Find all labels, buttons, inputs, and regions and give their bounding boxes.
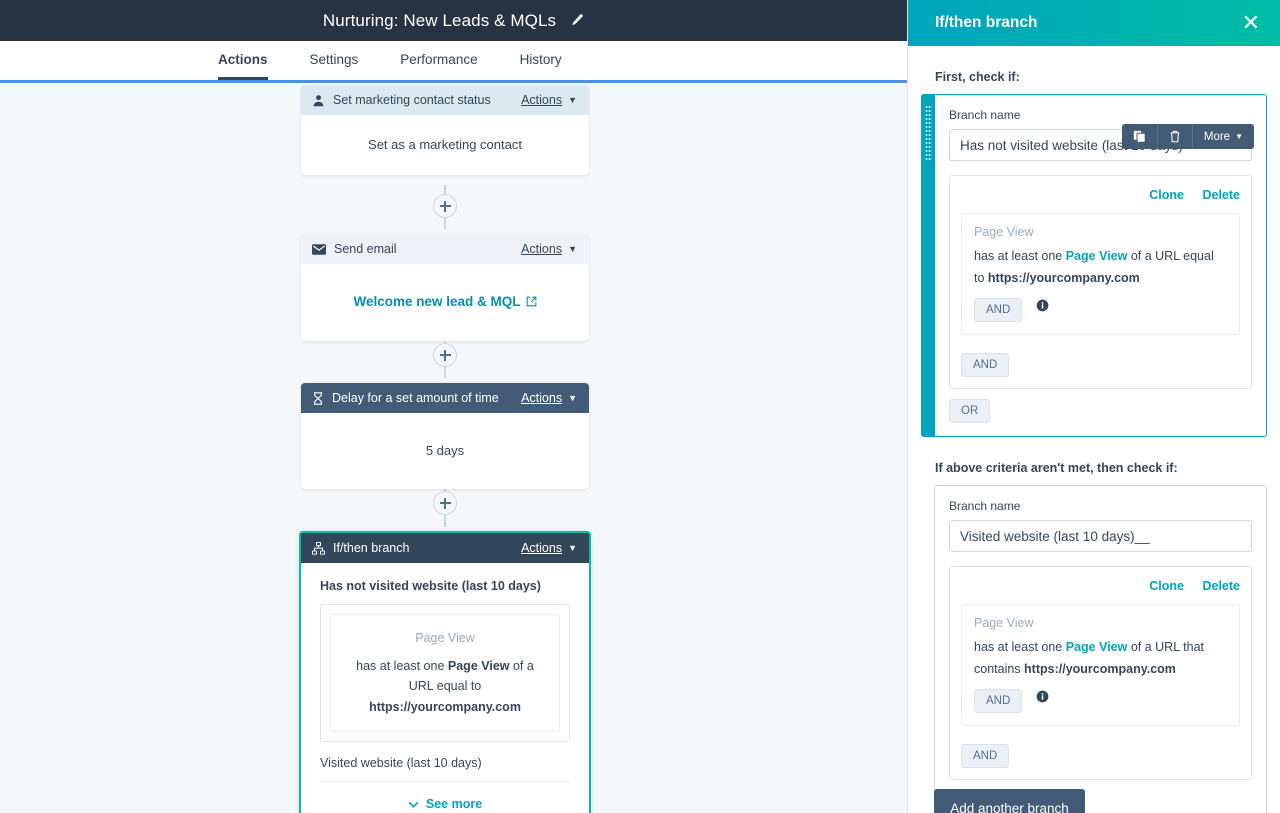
more-dropdown-button[interactable]: More▼ (1193, 124, 1254, 149)
chevron-down-icon (408, 797, 419, 811)
drag-grip-icon (925, 105, 932, 161)
condition-actions: Clone Delete (961, 186, 1240, 204)
pencil-icon[interactable] (569, 13, 584, 28)
branch-one-name: Has not visited website (last 10 days) (320, 579, 570, 593)
panel-header: If/then branch ✕ (908, 0, 1280, 46)
workflow-flow: Set marketing contact status Actions▼ Se… (0, 80, 907, 813)
email-asset-link[interactable]: Welcome new lead & MQL (353, 294, 520, 309)
card-title: Set marketing contact status (333, 93, 521, 107)
card-title: If/then branch (333, 541, 521, 555)
trash-icon[interactable] (1158, 124, 1193, 149)
branch-condition-box: Page View has at least one Page View of … (320, 604, 570, 742)
card-header: Set marketing contact status Actions▼ (301, 85, 589, 115)
close-icon[interactable]: ✕ (1242, 12, 1260, 34)
branch-editor-content: Branch name Clone Delete Page View has a… (935, 486, 1266, 813)
add-step-button[interactable] (433, 491, 457, 515)
card-body: Welcome new lead & MQL (301, 264, 589, 341)
card-body: Has not visited website (last 10 days) P… (301, 563, 589, 813)
add-step-button[interactable] (433, 343, 457, 367)
page-title: Nurturing: New Leads & MQLs (323, 11, 556, 31)
action-card-if-then-branch[interactable]: If/then branch Actions▼ Has not visited … (299, 531, 591, 813)
card-actions-dropdown[interactable]: Actions▼ (521, 541, 577, 555)
branch-toolbar: More▼ (1122, 124, 1254, 149)
branch-condition-block: Clone Delete Page View has at least one … (949, 566, 1252, 780)
card-header: Send email Actions▼ (301, 234, 589, 264)
filter-type-label: Page View (974, 225, 1227, 239)
card-title: Send email (334, 242, 521, 256)
filter-text: has at least one Page View of a URL equa… (974, 246, 1227, 289)
card-title: Delay for a set amount of time (332, 391, 521, 405)
tab-history[interactable]: History (520, 52, 562, 80)
card-actions-dropdown[interactable]: Actions▼ (521, 391, 577, 405)
tab-bar: Actions Settings Performance History (0, 41, 907, 80)
and-button[interactable]: AND (961, 744, 1009, 768)
delete-button[interactable]: Delete (1202, 188, 1240, 202)
branch-name-label: Branch name (949, 499, 1252, 513)
branch-name-label: Branch name (949, 108, 1252, 122)
hourglass-icon (312, 392, 324, 405)
branch-hierarchy-icon (312, 542, 325, 555)
card-header: If/then branch Actions▼ (301, 533, 589, 563)
action-card-set-marketing-contact-status[interactable]: Set marketing contact status Actions▼ Se… (301, 85, 589, 175)
panel-body: First, check if: More▼ Branch name Clone (908, 46, 1280, 813)
filter-type-label: Page View (974, 616, 1227, 630)
branch-editor-two: Branch name Clone Delete Page View has a… (934, 485, 1267, 813)
or-button[interactable]: OR (949, 399, 990, 423)
info-icon[interactable] (1036, 299, 1049, 317)
card-actions-dropdown[interactable]: Actions▼ (521, 93, 577, 107)
card-header: Delay for a set amount of time Actions▼ (301, 383, 589, 413)
condition-actions: Clone Delete (961, 577, 1240, 595)
and-button-inner[interactable]: AND (974, 298, 1022, 322)
section-two-label: If above criteria aren't met, then check… (908, 461, 1280, 475)
branch-condition: Page View has at least one Page View of … (330, 614, 560, 732)
tab-settings[interactable]: Settings (310, 52, 359, 80)
workflow-header: Nurturing: New Leads & MQLs (0, 0, 907, 41)
filter-box[interactable]: Page View has at least one Page View of … (961, 604, 1240, 726)
add-another-branch-button[interactable]: Add another branch (934, 789, 1085, 813)
card-actions-dropdown[interactable]: Actions▼ (521, 242, 577, 256)
clone-button[interactable]: Clone (1149, 579, 1184, 593)
tab-performance[interactable]: Performance (400, 52, 477, 80)
envelope-icon (312, 244, 326, 255)
filter-box[interactable]: Page View has at least one Page View of … (961, 213, 1240, 335)
contact-person-icon (312, 94, 325, 107)
branch-name-input[interactable] (949, 520, 1252, 552)
delete-button[interactable]: Delete (1202, 579, 1240, 593)
see-more-button[interactable]: See more (320, 782, 570, 811)
branch-drag-handle[interactable] (922, 95, 935, 436)
info-icon[interactable] (1036, 690, 1049, 708)
and-button[interactable]: AND (961, 353, 1009, 377)
and-button-inner[interactable]: AND (974, 689, 1022, 713)
filter-text: has at least one Page View of a URL that… (974, 637, 1227, 680)
card-body: Set as a marketing contact (301, 115, 589, 175)
and-row: AND (961, 344, 1240, 377)
external-link-icon[interactable] (526, 293, 537, 313)
tab-actions[interactable]: Actions (218, 52, 268, 80)
action-card-send-email[interactable]: Send email Actions▼ Welcome new lead & M… (301, 234, 589, 341)
workflow-canvas[interactable]: Set marketing contact status Actions▼ Se… (0, 80, 907, 813)
section-one-label: First, check if: (908, 70, 1280, 84)
if-then-branch-panel: If/then branch ✕ First, check if: More▼ … (907, 0, 1280, 813)
branch-condition-block: Clone Delete Page View has at least one … (949, 175, 1252, 389)
condition-text: has at least one Page View of a URL equa… (342, 656, 548, 718)
and-row: AND (961, 735, 1240, 768)
card-body: 5 days (301, 413, 589, 489)
panel-title: If/then branch (935, 14, 1242, 32)
branch-two-name: Visited website (last 10 days) (320, 756, 570, 770)
copy-icon[interactable] (1122, 124, 1158, 149)
add-step-button[interactable] (433, 194, 457, 218)
clone-button[interactable]: Clone (1149, 188, 1184, 202)
action-card-delay[interactable]: Delay for a set amount of time Actions▼ … (301, 383, 589, 489)
condition-type-label: Page View (342, 628, 548, 649)
